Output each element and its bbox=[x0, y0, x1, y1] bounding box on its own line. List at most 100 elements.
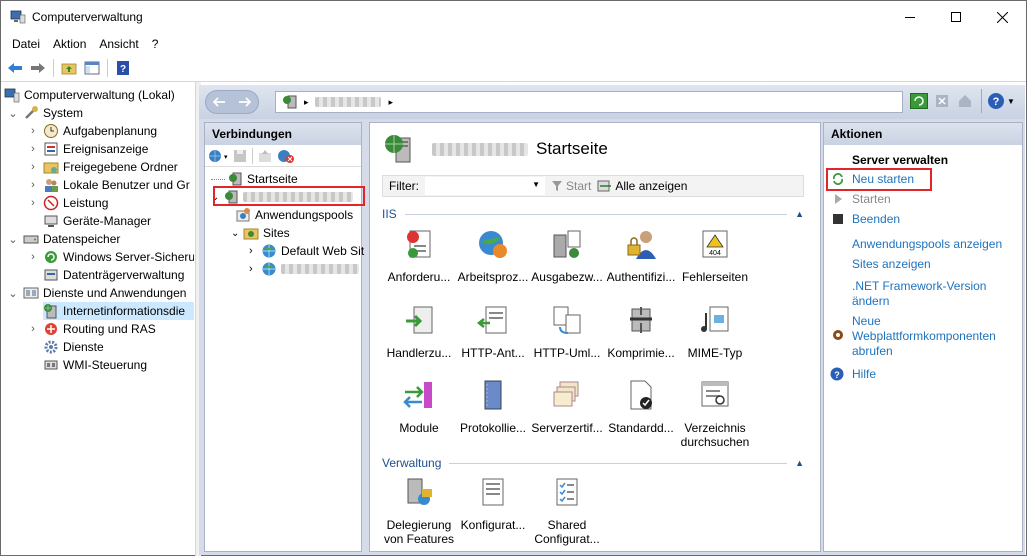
web-platform-link[interactable]: Neue Webplattformkomponenten abrufen bbox=[852, 314, 1012, 359]
tile-http-response-headers[interactable]: HTTP-Ant... bbox=[456, 303, 530, 373]
close-button[interactable] bbox=[979, 1, 1025, 33]
filter-start-button[interactable]: Start bbox=[551, 179, 591, 193]
tree-item-ereignisanzeige[interactable]: › Ereignisanzeige bbox=[27, 140, 148, 158]
tree-item-wmi[interactable]: WMI-Steuerung bbox=[43, 356, 147, 374]
tree-system[interactable]: ⌄ System bbox=[7, 104, 83, 122]
minimize-button[interactable] bbox=[887, 1, 933, 33]
maximize-button[interactable] bbox=[933, 1, 979, 33]
tile-logging[interactable]: Protokollie... bbox=[456, 378, 530, 448]
chevron-right-icon[interactable]: › bbox=[27, 323, 39, 335]
chevron-down-icon[interactable]: ▼ bbox=[532, 180, 540, 189]
disconnect-icon[interactable] bbox=[277, 148, 295, 164]
tree-item-server-sicherung[interactable]: › Windows Server-Sicheru bbox=[27, 248, 194, 266]
device-manager-icon bbox=[44, 215, 58, 227]
forward-button[interactable] bbox=[28, 58, 48, 78]
window-title: Computerverwaltung bbox=[32, 10, 143, 24]
chevron-right-icon[interactable]: › bbox=[27, 197, 39, 209]
menu-bar: Datei Aktion Ansicht ? bbox=[1, 34, 164, 54]
collapse-icon[interactable]: ▲ bbox=[795, 458, 804, 468]
save-icon[interactable] bbox=[232, 148, 248, 164]
conn-default-site[interactable]: › Default Web Sit bbox=[249, 242, 364, 260]
chevron-right-icon[interactable]: › bbox=[249, 263, 261, 275]
chevron-down-icon[interactable]: ⌄ bbox=[231, 228, 243, 239]
tile-output-caching[interactable]: Ausgabezw... bbox=[530, 227, 604, 297]
help-button[interactable]: ? bbox=[113, 58, 133, 78]
stop-nav-button[interactable] bbox=[934, 93, 952, 109]
back-button[interactable] bbox=[5, 58, 25, 78]
net-version-link[interactable]: .NET Framework-Version ändern bbox=[852, 279, 1012, 309]
tile-feature-delegation[interactable]: Delegierung von Features bbox=[382, 475, 456, 546]
home-button[interactable] bbox=[957, 93, 975, 109]
menu-ansicht[interactable]: Ansicht bbox=[93, 37, 144, 51]
tree-item-lokale-benutzer[interactable]: › Lokale Benutzer und Gr bbox=[27, 176, 190, 194]
up-level-icon[interactable] bbox=[257, 148, 273, 164]
tile-authentication[interactable]: Authentifizi... bbox=[604, 227, 678, 297]
tile-worker-processes[interactable]: Arbeitsproz... bbox=[456, 227, 530, 297]
tile-shared-configuration[interactable]: Shared Configurat... bbox=[530, 475, 604, 546]
connect-globe-icon[interactable]: ▾ bbox=[208, 148, 228, 164]
help-dropdown-button[interactable]: ? ▼ bbox=[987, 92, 1017, 110]
tree-storage[interactable]: ⌄ Datenspeicher bbox=[7, 230, 120, 248]
tile-server-certificates[interactable]: Serverzertif... bbox=[530, 378, 604, 448]
group-iis[interactable]: IIS ▲ bbox=[382, 207, 804, 221]
tree-item-leistung[interactable]: › Leistung bbox=[27, 194, 108, 212]
chevron-right-icon[interactable]: › bbox=[27, 179, 39, 191]
tree-item-label: Routing und RAS bbox=[63, 322, 156, 336]
refresh-button[interactable] bbox=[910, 93, 928, 109]
chevron-right-icon[interactable]: › bbox=[27, 125, 39, 137]
tile-label: Konfigurat... bbox=[460, 518, 526, 532]
filter-input[interactable]: ▼ bbox=[425, 177, 545, 195]
start-link[interactable]: Starten bbox=[852, 192, 891, 207]
tile-compression[interactable]: Komprimie... bbox=[604, 303, 678, 373]
tree-item-freigegebene-ordner[interactable]: › Freigegebene Ordner bbox=[27, 158, 178, 176]
chevron-right-icon[interactable]: › bbox=[249, 245, 261, 257]
mime-type-icon bbox=[701, 306, 729, 332]
tree-item-routing-ras[interactable]: › Routing und RAS bbox=[27, 320, 156, 338]
tree-item-iis[interactable]: Internetinformationsdie bbox=[43, 302, 194, 320]
show-all-button[interactable]: Alle anzeigen bbox=[597, 179, 687, 193]
chevron-down-icon[interactable]: ⌄ bbox=[7, 233, 19, 246]
tree-item-geraete-manager[interactable]: Geräte-Manager bbox=[43, 212, 151, 230]
menu-help[interactable]: ? bbox=[146, 37, 165, 51]
conn-site-2[interactable]: › bbox=[249, 260, 359, 278]
show-app-pools-link[interactable]: Anwendungspools anzeigen bbox=[852, 237, 1002, 252]
request-filter-icon bbox=[407, 230, 431, 258]
tile-error-pages[interactable]: 404 Fehlerseiten bbox=[678, 227, 752, 297]
tree-root[interactable]: Computerverwaltung (Lokal) bbox=[4, 86, 175, 104]
tree-services[interactable]: ⌄ Dienste und Anwendungen bbox=[7, 284, 186, 302]
tile-modules[interactable]: Module bbox=[382, 378, 456, 448]
chevron-right-icon[interactable]: › bbox=[27, 251, 39, 263]
iis-back-forward[interactable] bbox=[205, 90, 259, 114]
tile-http-redirect[interactable]: HTTP-Uml... bbox=[530, 303, 604, 373]
conn-app-pools[interactable]: Anwendungspools bbox=[235, 206, 353, 224]
stop-link[interactable]: Beenden bbox=[852, 212, 900, 227]
menu-datei[interactable]: Datei bbox=[6, 37, 46, 51]
restart-highlight-box bbox=[826, 168, 932, 191]
conn-sites[interactable]: ⌄ Sites bbox=[231, 224, 290, 242]
show-hide-tree-button[interactable] bbox=[82, 58, 102, 78]
tree-item-datentraegerverwaltung[interactable]: Datenträgerverwaltung bbox=[43, 266, 184, 284]
chevron-down-icon[interactable]: ⌄ bbox=[7, 107, 19, 120]
address-bar[interactable]: ▸ ▸ bbox=[275, 91, 903, 113]
tile-directory-browsing[interactable]: Verzeichnis durchsuchen bbox=[678, 378, 752, 449]
tile-label: Fehlerseiten bbox=[681, 270, 749, 284]
chevron-down-icon[interactable]: ⌄ bbox=[7, 287, 19, 300]
address-arrow: ▸ bbox=[304, 96, 309, 107]
show-sites-link[interactable]: Sites anzeigen bbox=[852, 257, 931, 272]
server-name-redacted bbox=[432, 142, 528, 156]
help-link[interactable]: Hilfe bbox=[852, 367, 876, 382]
tile-configuration-editor[interactable]: Konfigurat... bbox=[456, 475, 530, 545]
chevron-right-icon[interactable]: › bbox=[27, 143, 39, 155]
tile-handler-mappings[interactable]: Handlerzu... bbox=[382, 303, 456, 373]
modules-icon bbox=[403, 382, 432, 408]
collapse-icon[interactable]: ▲ bbox=[795, 209, 804, 219]
group-verwaltung[interactable]: Verwaltung ▲ bbox=[382, 456, 804, 470]
up-folder-button[interactable] bbox=[59, 58, 79, 78]
tree-item-dienste[interactable]: Dienste bbox=[43, 338, 104, 356]
tree-item-aufgabenplanung[interactable]: › Aufgabenplanung bbox=[27, 122, 157, 140]
tile-default-document[interactable]: Standardd... bbox=[604, 378, 678, 448]
chevron-right-icon[interactable]: › bbox=[27, 161, 39, 173]
menu-aktion[interactable]: Aktion bbox=[47, 37, 92, 51]
tile-mime-types[interactable]: MIME-Typ bbox=[678, 303, 752, 373]
tile-request-filtering[interactable]: Anforderu... bbox=[382, 227, 456, 297]
